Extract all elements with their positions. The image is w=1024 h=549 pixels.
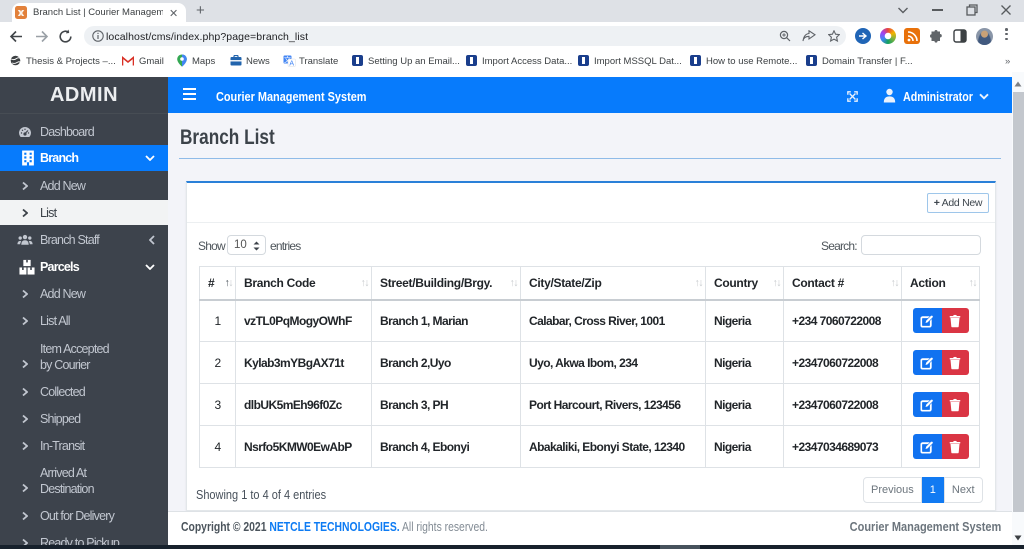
svg-text:A: A: [289, 60, 294, 67]
